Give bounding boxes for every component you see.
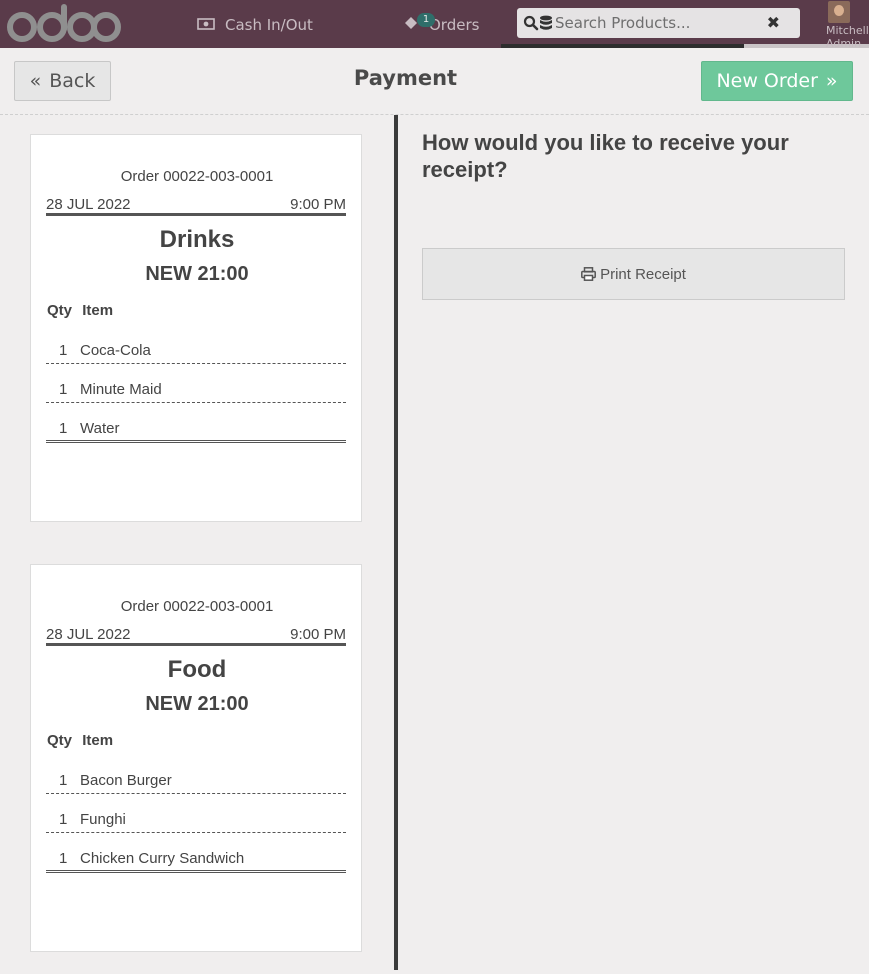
ticket-date: 28 JUL 2022 — [46, 196, 131, 213]
ticket-datetime: 28 JUL 2022 9:00 PM — [46, 626, 346, 646]
ticket-date: 28 JUL 2022 — [46, 626, 131, 643]
clear-search-icon[interactable]: ✖ — [767, 14, 780, 32]
ticket-category: Drinks — [159, 226, 235, 253]
line-item-name: Coca-Cola — [80, 342, 151, 359]
ticket-line: 1 Water — [46, 413, 346, 443]
print-receipt-button[interactable]: Print Receipt — [422, 248, 845, 300]
line-item-name: Water — [80, 420, 120, 437]
new-order-label: New Order — [716, 70, 818, 92]
search-products-field[interactable]: Search Products... ✖ — [517, 8, 800, 38]
line-qty: 1 — [59, 811, 68, 828]
qty-header: Qty — [47, 732, 73, 749]
money-icon — [197, 16, 215, 34]
top-bar: Cash In/Out 1 Orders Search Products... … — [0, 0, 869, 48]
order-ticket-drinks: Order 00022-003-0001 28 JUL 2022 9:00 PM… — [30, 134, 362, 522]
odoo-logo — [7, 3, 121, 43]
control-bar: « Back Payment New Order » — [0, 48, 869, 115]
item-header: Item — [82, 732, 114, 749]
new-order-button[interactable]: New Order » — [701, 61, 853, 101]
line-qty: 1 — [59, 420, 68, 437]
receipt-question: How would you like to receive your recei… — [422, 130, 789, 182]
ticket-header: Qty Item — [47, 732, 113, 749]
line-qty: 1 — [59, 381, 68, 398]
ticket-line: 1 Bacon Burger — [46, 765, 346, 794]
line-item-name: Bacon Burger — [80, 772, 172, 789]
user-menu[interactable]: Mitchell Admin — [826, 1, 869, 48]
ticket-header: Qty Item — [47, 302, 113, 319]
ticket-status: NEW 21:00 — [145, 263, 249, 285]
avatar — [828, 1, 850, 23]
order-ticket-food: Order 00022-003-0001 28 JUL 2022 9:00 PM… — [30, 564, 362, 952]
ticket-icon: 1 — [403, 13, 435, 34]
line-item-name: Funghi — [80, 811, 126, 828]
line-item-name: Minute Maid — [80, 381, 162, 398]
orders-label: Orders — [429, 16, 480, 34]
database-icon — [539, 15, 553, 31]
ticket-status: NEW 21:00 — [145, 693, 249, 715]
ticket-category: Food — [167, 656, 227, 683]
line-qty: 1 — [59, 342, 68, 359]
double-chevron-right-icon: » — [825, 70, 838, 92]
search-icon — [523, 15, 539, 31]
ticket-datetime: 28 JUL 2022 9:00 PM — [46, 196, 346, 216]
line-qty: 1 — [59, 850, 68, 867]
ticket-time: 9:00 PM — [290, 196, 346, 213]
ticket-line: 1 Coca-Cola — [46, 335, 346, 364]
user-name: Mitchell Admin — [826, 24, 869, 48]
orders-count-badge: 1 — [417, 13, 435, 27]
ticket-time: 9:00 PM — [290, 626, 346, 643]
cash-in-out-button[interactable]: Cash In/Out — [197, 12, 313, 38]
line-qty: 1 — [59, 772, 68, 789]
line-item-name: Chicken Curry Sandwich — [80, 850, 245, 867]
search-placeholder: Search Products... — [555, 14, 691, 32]
ticket-line: 1 Funghi — [46, 804, 346, 833]
pane-divider — [394, 115, 398, 970]
item-header: Item — [82, 302, 114, 319]
orders-button[interactable]: 1 Orders — [403, 12, 479, 38]
cash-in-out-label: Cash In/Out — [225, 16, 313, 34]
printer-icon — [581, 267, 597, 281]
qty-header: Qty — [47, 302, 73, 319]
page-title: Payment — [353, 66, 458, 90]
ticket-line: 1 Chicken Curry Sandwich — [46, 843, 346, 873]
print-receipt-label: Print Receipt — [600, 265, 686, 283]
ticket-order-number: Order 00022-003-0001 — [120, 168, 274, 185]
ticket-order-number: Order 00022-003-0001 — [120, 598, 274, 615]
ticket-line: 1 Minute Maid — [46, 374, 346, 403]
